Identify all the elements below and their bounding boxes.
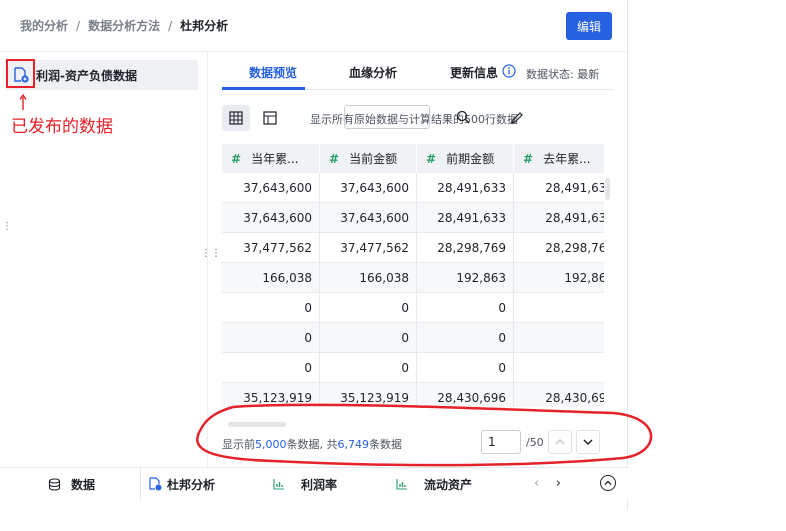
column-header[interactable]: # 前期金额 <box>417 144 514 173</box>
edit-button[interactable]: 编辑 <box>566 12 612 40</box>
breadcrumb-item-my-analysis[interactable]: 我的分析 <box>20 17 68 34</box>
edit-pen-icon[interactable] <box>510 110 524 124</box>
data-table: # 当年累... # 当前金额 # 前期金额 # 去年累... 37,643,600 37… <box>222 144 604 407</box>
table-row: 0000 <box>222 293 604 323</box>
table-header: # 当年累... # 当前金额 # 前期金额 # 去年累... <box>222 144 604 173</box>
table-cell: 0 <box>320 323 417 353</box>
table-cell: 37,643,600 <box>222 173 320 203</box>
table-row: 37,643,60037,643,60028,491,63328,491,633 <box>222 173 604 203</box>
preview-toolbar: 显示所有原始数据与计算结果的500行数据 <box>222 102 614 132</box>
top-bar: 我的分析 / 数据分析方法 / 杜邦分析 编辑 <box>0 0 628 52</box>
split-resize-handle[interactable]: ⋮⋮ <box>201 249 221 259</box>
table-cell: 0 <box>222 293 320 323</box>
annotation-oval <box>196 403 653 467</box>
column-header[interactable]: # 当年累... <box>222 144 320 173</box>
table-cell: 37,477,562 <box>222 233 320 263</box>
bar-chart-icon <box>396 478 408 490</box>
breadcrumb-separator: / <box>168 18 173 33</box>
data-status: 数据状态: 最新 <box>526 68 600 81</box>
numeric-field-icon: # <box>329 151 340 166</box>
breadcrumb-separator: / <box>76 18 81 33</box>
annotation-highlight-box <box>6 59 35 88</box>
tab-data-preview[interactable]: 数据预览 <box>249 64 297 81</box>
sheet-tab-dupont[interactable]: 杜邦分析 <box>148 468 215 500</box>
table-cell: 0 <box>514 323 604 353</box>
numeric-field-icon: # <box>426 151 437 166</box>
table-row: 166,038166,038192,863192,863 <box>222 263 604 293</box>
annotation-arrow-icon <box>19 94 27 110</box>
table-cell: 0 <box>514 353 604 383</box>
sheet-tab-profit-margin[interactable]: 利润率 <box>273 468 337 500</box>
table-cell: 0 <box>417 353 514 383</box>
table-row: 37,477,56237,477,56228,298,76928,298,769 <box>222 233 604 263</box>
sheet-tab-bar: 数据 杜邦分析 利润率 流动资产 ‹ › <box>0 467 628 500</box>
sheet-tab-current-assets[interactable]: 流动资产 <box>396 468 472 500</box>
table-cell: 28,298,769 <box>514 233 604 263</box>
annotation-label: 已发布的数据 <box>11 117 113 137</box>
column-header[interactable]: # 去年累... <box>514 144 604 173</box>
numeric-field-icon: # <box>523 151 534 166</box>
table-cell: 0 <box>320 293 417 323</box>
table-cell: 28,491,633 <box>514 173 604 203</box>
table-cell: 0 <box>514 293 604 323</box>
row-limit-select[interactable] <box>344 105 430 129</box>
bar-chart-icon <box>273 478 285 490</box>
search-icon[interactable] <box>456 109 470 124</box>
tab-lineage[interactable]: 血缘分析 <box>349 64 397 81</box>
analysis-file-icon <box>148 477 162 491</box>
table-cell: 166,038 <box>320 263 417 293</box>
table-cell: 0 <box>320 353 417 383</box>
table-cell: 0 <box>222 353 320 383</box>
breadcrumb-item-methods[interactable]: 数据分析方法 <box>88 17 160 34</box>
table-cell: 28,491,633 <box>417 173 514 203</box>
pane-resize-handle[interactable]: ⋮ <box>2 222 12 232</box>
numeric-field-icon: # <box>231 151 242 166</box>
active-tab-indicator <box>222 87 305 90</box>
table-cell: 37,643,600 <box>222 203 320 233</box>
table-row: 0000 <box>222 323 604 353</box>
table-cell: 28,298,769 <box>417 233 514 263</box>
sheet-tab-data[interactable]: 数据 <box>0 468 141 500</box>
table-cell: 0 <box>222 323 320 353</box>
table-cell: 0 <box>417 323 514 353</box>
table-cell: 28,491,633 <box>417 203 514 233</box>
info-icon[interactable] <box>502 63 516 78</box>
dataset-name: 利润-资产负债数据 <box>36 68 137 83</box>
table-cell: 37,643,600 <box>320 203 417 233</box>
grid-view-icon[interactable] <box>222 105 250 131</box>
database-icon <box>48 477 61 491</box>
table-row: 0000 <box>222 353 604 383</box>
layout-view-icon[interactable] <box>256 105 284 131</box>
table-cell: 192,863 <box>417 263 514 293</box>
tab-update-info[interactable]: 更新信息 <box>450 64 498 81</box>
table-cell: 192,863 <box>514 263 604 293</box>
sheet-scroll-arrows[interactable]: ‹ › <box>534 476 561 491</box>
breadcrumb: 我的分析 / 数据分析方法 / 杜邦分析 <box>20 17 228 34</box>
tab-bar: 数据预览 血缘分析 更新信息 数据状态: 最新 <box>222 58 614 90</box>
table-cell: 37,643,600 <box>320 173 417 203</box>
breadcrumb-current: 杜邦分析 <box>180 19 229 33</box>
table-cell: 0 <box>417 293 514 323</box>
column-header[interactable]: # 当前金额 <box>320 144 417 173</box>
vertical-scrollbar[interactable] <box>605 178 610 200</box>
collapse-up-icon[interactable] <box>600 475 616 491</box>
table-cell: 28,491,633 <box>514 203 604 233</box>
table-row: 37,643,60037,643,60028,491,63328,491,633 <box>222 203 604 233</box>
table-cell: 37,477,562 <box>320 233 417 263</box>
table-cell: 166,038 <box>222 263 320 293</box>
